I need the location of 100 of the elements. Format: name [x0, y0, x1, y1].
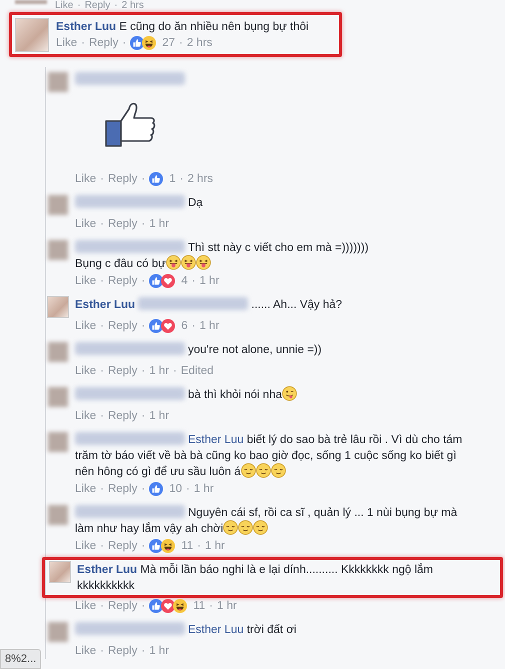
tongue-out-emoji-icon [196, 255, 211, 270]
avatar-photo-placeholder[interactable] [50, 562, 70, 582]
reaction-count: 4 [181, 274, 188, 289]
relieved-face-emoji-icon [240, 463, 256, 478]
like-link[interactable]: Like [75, 538, 96, 554]
reply-link[interactable]: Reply [84, 0, 110, 12]
reaction-count: 1 [169, 172, 176, 187]
like-link[interactable]: Like [75, 363, 96, 379]
laughing-face-icon [161, 539, 176, 553]
heart-reaction-icon [161, 599, 176, 613]
separator-dot: · [179, 36, 183, 51]
timestamp-link[interactable]: 1 hr [217, 598, 237, 614]
separator-dot: · [141, 644, 146, 659]
like-reaction-icon [149, 319, 164, 333]
reply-link[interactable]: Reply [108, 171, 138, 187]
reply-text: Esther Luu biết lý do sao bà trẻ lâu rồi . Vì dù cho tám trăm tờ báo viết về bà bà cũng ko bao giờ đọc, sống 1 cuộc sống ko biết gì nên hông có gì để ưu sầu luôn á [75, 432, 464, 480]
edited-label: Edited [180, 364, 214, 379]
separator-dot: · [141, 599, 146, 614]
like-link[interactable]: Like [75, 273, 96, 289]
mention-link[interactable]: Esther Luu [188, 624, 244, 636]
separator-dot: · [81, 36, 85, 51]
avatar-photo-placeholder[interactable] [48, 297, 68, 317]
separator-dot: · [100, 644, 104, 659]
separator-dot: · [100, 409, 104, 424]
timestamp-link[interactable]: 1 hr [149, 643, 170, 659]
reply-link[interactable]: Reply [108, 598, 138, 614]
timestamp-link[interactable]: 1 hr [149, 408, 170, 424]
blurred-avatar[interactable] [48, 432, 68, 452]
timestamp-link[interactable]: 2 hrs [186, 35, 212, 51]
relieved-face-emoji-icon [256, 463, 271, 478]
like-link[interactable]: Like [75, 171, 96, 187]
laughing-face-icon [173, 599, 188, 613]
like-link[interactable]: Like [75, 643, 96, 659]
separator-dot: · [180, 172, 184, 187]
separator-dot: · [141, 217, 146, 232]
like-link[interactable]: Like [75, 481, 96, 497]
author-name-link[interactable]: Esther Luu [56, 21, 116, 33]
reaction-count: 10 [169, 482, 182, 497]
mention-link[interactable]: Esther Luu [188, 434, 244, 446]
relieved-face-emoji-icon [270, 463, 286, 478]
like-link[interactable]: Like [75, 408, 96, 424]
comment-text: Esther Luu E cũng do ăn nhiều nên bụng bự thôi [56, 20, 309, 35]
reply-link[interactable]: Reply [108, 538, 138, 554]
separator-dot: · [192, 274, 196, 289]
reaction-count: 11 [181, 539, 194, 554]
reply-link[interactable]: Reply [108, 643, 138, 659]
author-name-link[interactable]: Esther Luu [75, 299, 136, 311]
avatar-photo-placeholder[interactable] [16, 19, 48, 51]
like-link[interactable]: Like [56, 35, 78, 51]
blurred-avatar[interactable] [48, 387, 68, 407]
laughing-face-icon [142, 36, 156, 50]
separator-dot: · [186, 482, 190, 497]
blurred-avatar[interactable] [48, 342, 68, 362]
timestamp-link[interactable]: 1 hr [149, 216, 170, 232]
timestamp-link[interactable]: 1 hr [199, 273, 220, 289]
separator-dot: · [100, 599, 104, 614]
relieved-face-emoji-icon [223, 520, 238, 535]
like-reaction-icon [149, 539, 164, 553]
blurred-avatar[interactable] [48, 72, 68, 92]
reply-link[interactable]: Reply [108, 408, 138, 424]
reply-text: bà thì khỏi nói nha [75, 387, 297, 403]
like-link[interactable]: Like [55, 0, 74, 12]
like-link[interactable]: Like [75, 598, 96, 614]
reaction-count: 27 [162, 36, 175, 51]
timestamp-link[interactable]: 1 hr [205, 538, 225, 554]
timestamp-link[interactable]: 1 hr [194, 481, 214, 497]
reply-text: Esther Luu trời đất ơi [75, 622, 296, 638]
reply-link[interactable]: Reply [108, 481, 138, 497]
status-url-tooltip: 8%2... [0, 649, 42, 669]
reply-link[interactable]: Reply [108, 273, 138, 289]
like-link[interactable]: Like [75, 216, 96, 232]
timestamp-link[interactable]: 1 hr [149, 363, 170, 379]
separator-dot: · [100, 539, 104, 554]
separator-dot: · [141, 172, 146, 187]
reply-link[interactable]: Reply [88, 35, 118, 51]
blurred-avatar[interactable] [48, 622, 68, 642]
reaction-count: 11 [193, 599, 206, 614]
reply-link[interactable]: Reply [108, 363, 138, 379]
timestamp-link[interactable]: 2 hrs [187, 171, 214, 187]
reply-text: you're not alone, unnie =)) [75, 342, 322, 358]
blurred-avatar[interactable] [15, 0, 47, 4]
reply-text: Esther Luu Mà mỗi lần báo nghi là e lại dính.......... Kkkkkkkk ngộ lắm kkkkkkkkkk [77, 562, 434, 594]
separator-dot: · [77, 0, 81, 12]
blurred-avatar[interactable] [48, 240, 68, 260]
tongue-out-emoji-icon [166, 255, 181, 270]
like-link[interactable]: Like [75, 318, 96, 334]
separator-dot: · [100, 217, 104, 232]
blurred-avatar[interactable] [48, 195, 68, 215]
timestamp-link[interactable]: 2 hrs [122, 0, 144, 12]
reply-link[interactable]: Reply [108, 318, 138, 334]
timestamp-link[interactable]: 1 hr [199, 318, 220, 334]
like-reaction-icon [149, 599, 164, 613]
like-reaction-icon [149, 482, 164, 496]
blurred-avatar[interactable] [48, 505, 68, 525]
reaction-count: 6 [181, 319, 188, 334]
reply-text: Esther Luu ...... Ah... Vậy hả? [75, 297, 342, 313]
author-name-link[interactable]: Esther Luu [77, 564, 138, 576]
relieved-face-emoji-icon [238, 520, 254, 535]
reply-link[interactable]: Reply [108, 216, 138, 232]
separator-dot: · [141, 539, 146, 554]
